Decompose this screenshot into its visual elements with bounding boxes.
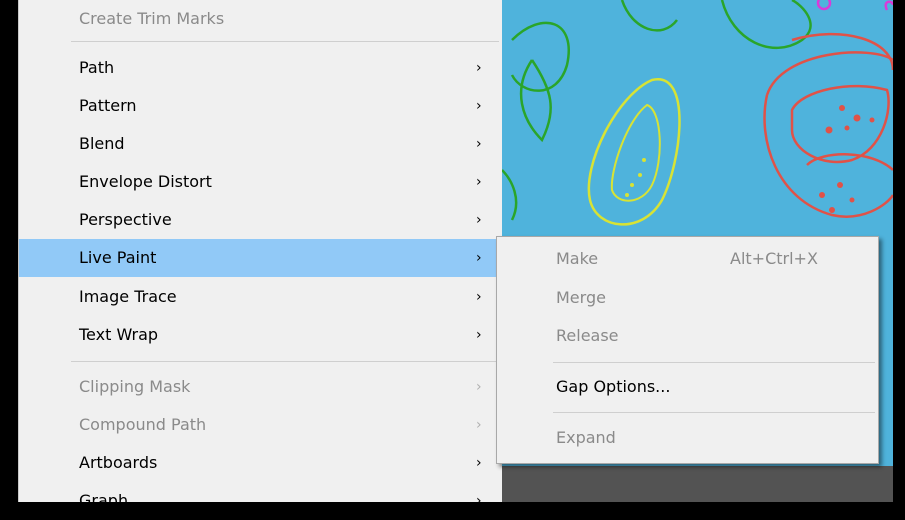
menu-item-perspective[interactable]: Perspective ›: [19, 201, 503, 239]
menu-item-label: Image Trace: [79, 287, 177, 306]
chevron-right-icon: ›: [476, 327, 482, 343]
menu-item-compound-path: Compound Path ›: [19, 406, 503, 444]
submenu-item-label: Release: [556, 326, 619, 345]
chevron-right-icon: ›: [476, 250, 482, 266]
menu-item-envelope-distort[interactable]: Envelope Distort ›: [19, 163, 503, 201]
submenu-item-merge: Merge: [497, 279, 878, 317]
chevron-right-icon: ›: [476, 174, 482, 190]
menu-item-artboards[interactable]: Artboards ›: [19, 444, 503, 482]
submenu-item-release: Release: [497, 317, 878, 355]
object-menu: Create Trim Marks Path › Pattern › Blend…: [18, 0, 503, 510]
menu-item-label: Path: [79, 58, 115, 77]
chevron-right-icon: ›: [476, 493, 482, 509]
shortcut-label: Alt+Ctrl+X: [730, 249, 818, 268]
menu-separator: [71, 361, 499, 362]
menu-item-pattern[interactable]: Pattern ›: [19, 87, 503, 125]
menu-item-label: Perspective: [79, 210, 172, 229]
chevron-right-icon: ›: [476, 289, 482, 305]
pasteboard-area: [502, 466, 893, 502]
menu-item-label: Text Wrap: [79, 325, 159, 344]
menu-item-text-wrap[interactable]: Text Wrap ›: [19, 316, 503, 354]
menu-item-clipping-mask: Clipping Mask ›: [19, 368, 503, 406]
menu-item-path[interactable]: Path ›: [19, 49, 503, 87]
submenu-item-expand: Expand: [497, 419, 878, 457]
live-paint-submenu: Make Alt+Ctrl+X Merge Release Gap Option…: [496, 236, 879, 464]
menu-item-label: Compound Path: [79, 415, 207, 434]
submenu-item-make: Make Alt+Ctrl+X: [497, 240, 878, 278]
menu-item-label: Artboards: [79, 453, 158, 472]
menu-separator: [553, 412, 875, 413]
menu-separator: [553, 362, 875, 363]
menu-item-label: Create Trim Marks: [79, 9, 225, 28]
menu-item-label: Clipping Mask: [79, 377, 191, 396]
chevron-right-icon: ›: [476, 417, 482, 433]
menu-item-live-paint[interactable]: Live Paint ›: [19, 239, 503, 277]
chevron-right-icon: ›: [476, 60, 482, 76]
chevron-right-icon: ›: [476, 455, 482, 471]
menu-item-create-trim-marks: Create Trim Marks: [19, 0, 503, 38]
menu-item-image-trace[interactable]: Image Trace ›: [19, 278, 503, 316]
menu-item-graph[interactable]: Graph ›: [19, 482, 503, 520]
chevron-right-icon: ›: [476, 379, 482, 395]
chevron-right-icon: ›: [476, 212, 482, 228]
submenu-item-label: Gap Options...: [556, 377, 671, 396]
submenu-item-label: Make: [556, 249, 599, 268]
window-edge: [893, 0, 905, 502]
menu-item-label: Envelope Distort: [79, 172, 212, 191]
menu-item-label: Pattern: [79, 96, 137, 115]
chevron-right-icon: ›: [476, 98, 482, 114]
submenu-item-label: Merge: [556, 288, 606, 307]
menu-item-label: Blend: [79, 134, 125, 153]
chevron-right-icon: ›: [476, 136, 482, 152]
menu-separator: [71, 41, 499, 42]
submenu-item-label: Expand: [556, 428, 616, 447]
menu-item-blend[interactable]: Blend ›: [19, 125, 503, 163]
submenu-item-gap-options[interactable]: Gap Options...: [497, 368, 878, 406]
menu-item-label: Graph: [79, 491, 129, 510]
menu-item-label: Live Paint: [79, 248, 157, 267]
